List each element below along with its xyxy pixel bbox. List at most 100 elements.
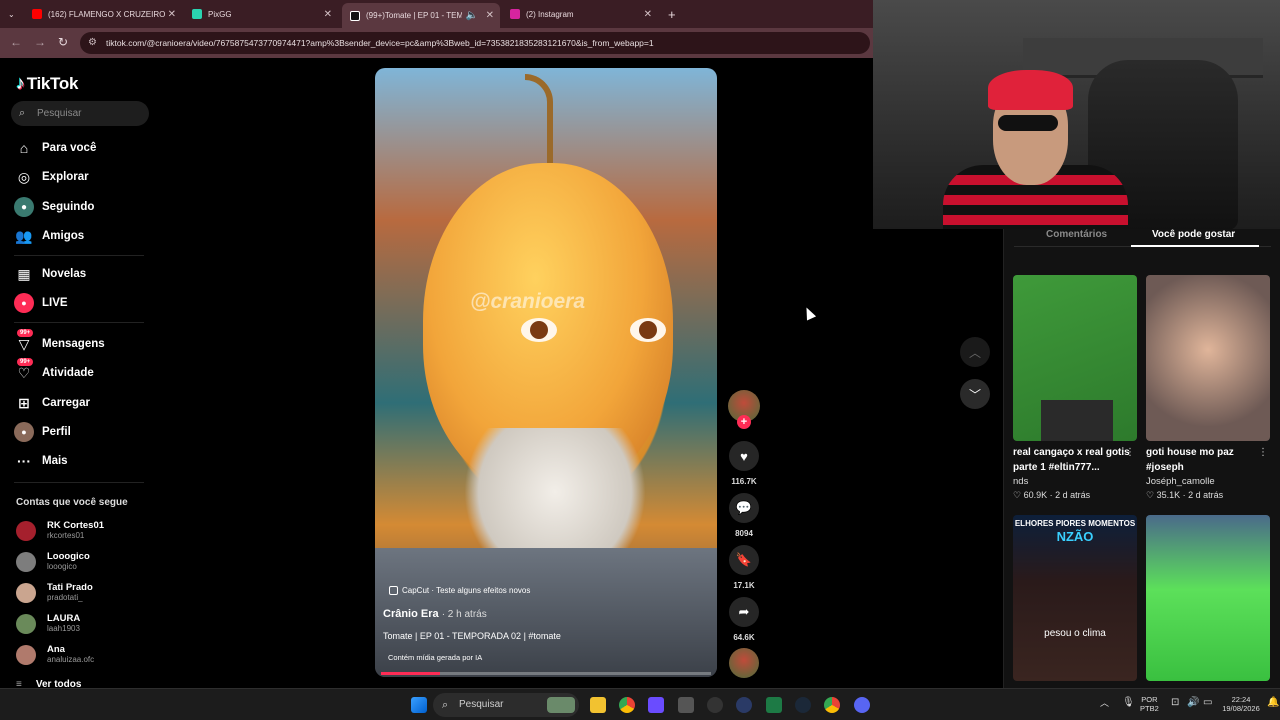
save-button[interactable]: 🔖: [729, 545, 759, 575]
discord-icon[interactable]: [854, 697, 870, 713]
forward-icon[interactable]: →: [34, 35, 46, 49]
previous-video-button[interactable]: ︿: [960, 337, 990, 367]
keyboard-layout[interactable]: POR PTB2: [1140, 695, 1159, 713]
recommendations-panel: Comentários Você pode gostar real cangaç…: [1003, 229, 1280, 688]
nav-explore[interactable]: ◎ Explorar: [14, 167, 89, 187]
webcam-overlay: [873, 0, 1280, 229]
home-icon: ⌂: [19, 140, 29, 156]
character-eye: [521, 318, 557, 342]
message-icon: ▽ 99+: [14, 329, 34, 354]
nav-profile[interactable]: ● Perfil: [14, 422, 71, 442]
clock[interactable]: 22:24 19/08/2026: [1216, 695, 1266, 713]
followed-account[interactable]: LAURA laah1903: [16, 613, 80, 634]
microphone-icon[interactable]: 🎙: [1122, 698, 1135, 708]
speaker-icon[interactable]: 🔈: [466, 10, 478, 21]
more-options-icon[interactable]: ⋮: [1125, 447, 1135, 458]
followed-account[interactable]: Looogico looogico: [16, 551, 90, 572]
nav-more[interactable]: ··· Mais: [14, 451, 68, 471]
tab-list-button[interactable]: ⌄: [0, 3, 22, 25]
tiktok-icon: [350, 10, 360, 21]
steam-icon[interactable]: [795, 697, 811, 713]
app-icon[interactable]: [678, 697, 694, 713]
nav-messages[interactable]: ▽ 99+ Mensagens: [14, 329, 105, 354]
nav-activity[interactable]: ♡ 99+ Atividade: [14, 358, 94, 383]
chevron-down-icon: ⌄: [8, 9, 15, 19]
nav-novelas[interactable]: ▦ Novelas: [14, 264, 86, 284]
close-tab-icon[interactable]: ✕: [486, 10, 494, 21]
recommended-video-card[interactable]: ELHORES PIORES MOMENTOS NZÃO pesou o cli…: [1013, 515, 1137, 681]
close-tab-icon[interactable]: ✕: [324, 9, 332, 20]
upload-icon: ⊞: [18, 394, 30, 411]
chrome-icon[interactable]: [619, 697, 635, 713]
windows-start-icon[interactable]: [411, 697, 427, 713]
back-icon[interactable]: ←: [10, 35, 22, 49]
file-explorer-icon[interactable]: [590, 697, 606, 713]
video-player[interactable]: @cranioera CapCut · Teste alguns efeitos…: [375, 68, 717, 677]
thumbnail-name: NZÃO: [1056, 529, 1094, 544]
music-disc-icon[interactable]: [729, 648, 759, 678]
chevron-up-icon[interactable]: ︿: [1100, 699, 1109, 708]
video-progress-bar[interactable]: [381, 672, 711, 675]
video-thumbnail[interactable]: [1146, 275, 1270, 441]
network-icon[interactable]: ⊡: [1171, 698, 1179, 708]
followed-account[interactable]: Tati Prado pradotati_: [16, 582, 93, 603]
taskbar-search[interactable]: ⌕ Pesquisar: [433, 693, 579, 717]
compass-icon: ◎: [17, 168, 31, 185]
streamer-sunglasses: [998, 115, 1058, 131]
close-tab-icon[interactable]: ✕: [168, 9, 176, 20]
like-button[interactable]: ♥: [729, 441, 759, 471]
video-description[interactable]: Tomate | EP 01 - TEMPORADA 02 | #tomate: [383, 631, 561, 641]
video-author[interactable]: Crânio Era · 2 h atrás: [383, 608, 487, 620]
nav-friends[interactable]: 👥 Amigos: [14, 226, 84, 246]
next-video-button[interactable]: ﹀: [960, 379, 990, 409]
following-icon: ●: [14, 197, 34, 217]
excel-icon[interactable]: [766, 697, 782, 713]
share-button[interactable]: ➦: [729, 597, 759, 627]
recommended-video-card[interactable]: [1146, 515, 1270, 681]
app-icon[interactable]: [736, 697, 752, 713]
streamer-cap: [988, 70, 1073, 110]
facecam-inset: [1041, 400, 1113, 441]
nav-upload[interactable]: ⊞ Carregar: [14, 393, 90, 413]
tiktok-logo[interactable]: ♪ TikTok: [16, 73, 78, 94]
chrome-icon[interactable]: [824, 697, 840, 713]
instagram-icon: [510, 9, 520, 19]
followed-account[interactable]: RK Cortes01 rkcortes01: [16, 520, 104, 541]
nav-for-you[interactable]: ⌂ Para você: [14, 138, 97, 158]
chevron-up-icon: ︿: [968, 345, 981, 360]
browser-tab-active[interactable]: (99+)Tomate | EP 01 - TEMP 🔈 ✕: [342, 3, 500, 28]
divider: [14, 255, 144, 256]
browser-tab[interactable]: (2) Instagram ✕: [502, 3, 658, 25]
video-thumbnail[interactable]: [1146, 515, 1270, 681]
new-tab-button[interactable]: +: [660, 3, 682, 25]
follow-plus-icon[interactable]: +: [737, 415, 751, 429]
recommended-video-card[interactable]: goti house mo paz #joseph Joséph_camolle…: [1146, 275, 1270, 501]
volume-icon[interactable]: 🔊: [1187, 698, 1199, 708]
followed-account[interactable]: Ana analuizaa.ofc: [16, 644, 94, 665]
url-field[interactable]: ⚙ tiktok.com/@cranioera/video/7675875473…: [80, 32, 870, 54]
browser-tab[interactable]: (162) FLAMENGO X CRUZEIRO ✕: [24, 3, 182, 25]
comment-button[interactable]: 💬: [729, 493, 759, 523]
browser-tab[interactable]: PixGG ✕: [184, 3, 338, 25]
site-info-icon[interactable]: ⚙: [88, 32, 97, 54]
search-input[interactable]: ⌕ Pesquisar: [11, 101, 149, 126]
battery-icon[interactable]: ▭: [1203, 698, 1212, 708]
nav-following[interactable]: ● Seguindo: [14, 197, 94, 217]
card-user: Joséph_camolle: [1146, 476, 1215, 487]
video-thumbnail[interactable]: [1013, 275, 1137, 441]
video-thumbnail[interactable]: ELHORES PIORES MOMENTOS NZÃO pesou o cli…: [1013, 515, 1137, 681]
more-options-icon[interactable]: ⋮: [1258, 447, 1268, 458]
tab-comments[interactable]: Comentários: [1046, 229, 1107, 240]
app-icon[interactable]: [648, 697, 664, 713]
capcut-link[interactable]: CapCut · Teste alguns efeitos novos: [389, 586, 530, 595]
app-icon[interactable]: [707, 697, 723, 713]
youtube-icon: [32, 9, 42, 19]
tab-you-may-like[interactable]: Você pode gostar: [1152, 229, 1235, 240]
recommended-video-card[interactable]: real cangaço x real gotis parte 1 #eltin…: [1013, 275, 1137, 501]
nav-live[interactable]: ● LIVE: [14, 293, 68, 313]
thumbnail-caption: pesou o clima: [1044, 628, 1106, 639]
notification-bell-icon[interactable]: 🔔: [1267, 698, 1279, 708]
reload-icon[interactable]: ↻: [58, 35, 68, 49]
close-tab-icon[interactable]: ✕: [644, 9, 652, 20]
heart-icon: ♥: [740, 448, 748, 464]
